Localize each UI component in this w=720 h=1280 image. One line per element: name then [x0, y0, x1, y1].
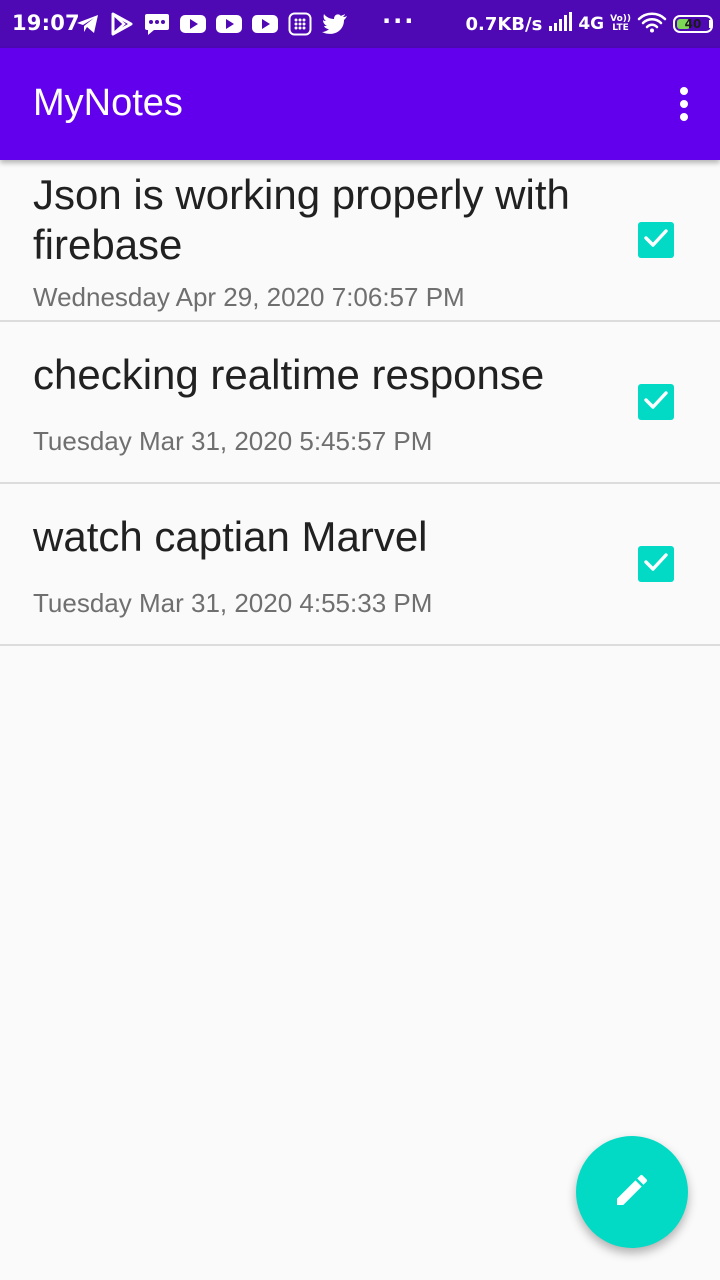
- signal-icon: [548, 12, 573, 36]
- telegram-icon: [76, 13, 100, 35]
- battery-percent: 40: [684, 17, 702, 31]
- note-title: watch captian Marvel: [33, 513, 428, 560]
- calculator-icon: [288, 12, 312, 36]
- note-checkbox[interactable]: [638, 222, 674, 258]
- menu-dot: [680, 87, 688, 95]
- check-icon: [643, 228, 669, 252]
- menu-dot: [680, 100, 688, 108]
- note-title-wrap: checking realtime response: [33, 350, 573, 400]
- note-checkbox[interactable]: [638, 384, 674, 420]
- note-list: Json is working properly with firebase W…: [0, 160, 720, 646]
- network-type: 4G: [578, 14, 605, 34]
- battery-body: 40: [673, 15, 713, 33]
- app-bar: MyNotes: [0, 48, 720, 160]
- note-title: checking realtime response: [33, 351, 545, 398]
- add-note-button[interactable]: [576, 1136, 688, 1248]
- volte-indicator: Vo)) LTE: [610, 15, 631, 33]
- note-title-wrap: Json is working properly with firebase: [33, 170, 573, 270]
- note-title: Json is working properly with firebase: [33, 171, 570, 268]
- youtube-icon: [252, 14, 278, 34]
- note-checkbox[interactable]: [638, 546, 674, 582]
- youtube-icon: [180, 14, 206, 34]
- twitter-icon: [322, 13, 348, 35]
- messages-icon: [144, 12, 170, 36]
- youtube-icon: [216, 14, 242, 34]
- network-speed: 0.7KB/s: [465, 13, 543, 35]
- note-title-wrap: watch captian Marvel: [33, 512, 573, 562]
- note-date: Wednesday Apr 29, 2020 7:06:57 PM: [33, 282, 465, 312]
- note-date: Tuesday Mar 31, 2020 4:55:33 PM: [33, 588, 433, 618]
- notification-icons: [76, 10, 348, 38]
- play-store-icon: [110, 12, 134, 36]
- check-icon: [643, 552, 669, 576]
- edit-pencil-icon: [612, 1170, 652, 1214]
- note-item[interactable]: watch captian Marvel Tuesday Mar 31, 202…: [0, 484, 720, 646]
- note-item[interactable]: checking realtime response Tuesday Mar 3…: [0, 322, 720, 484]
- more-notifications-indicator: ···: [382, 7, 416, 35]
- more-vert-icon[interactable]: [668, 76, 700, 132]
- app-title: MyNotes: [33, 82, 183, 124]
- status-right: 0.7KB/s 4G Vo)) LTE 40: [465, 10, 713, 38]
- note-item[interactable]: Json is working properly with firebase W…: [0, 160, 720, 322]
- status-bar: 19:07 ··· 0.7KB/s 4G Vo)) LTE 40: [0, 0, 720, 48]
- battery-icon: 40: [673, 15, 713, 33]
- menu-dot: [680, 113, 688, 121]
- wifi-icon: [637, 11, 667, 37]
- note-date: Tuesday Mar 31, 2020 5:45:57 PM: [33, 426, 433, 456]
- check-icon: [643, 390, 669, 414]
- status-time: 19:07: [12, 11, 80, 35]
- volte-bottom: LTE: [612, 23, 629, 33]
